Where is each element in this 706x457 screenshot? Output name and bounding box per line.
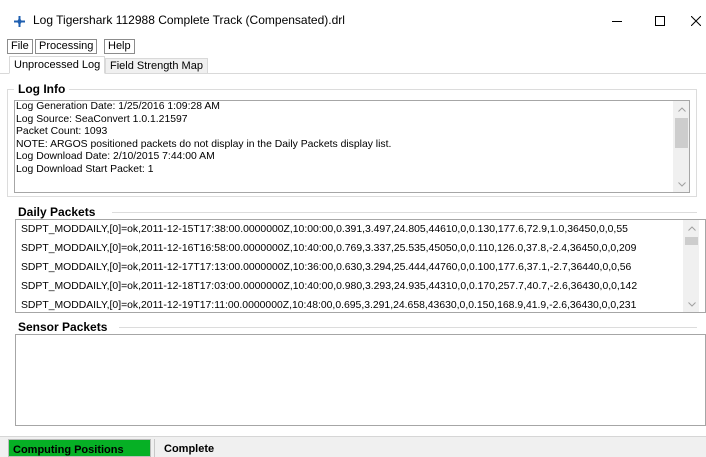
chevron-up-icon bbox=[688, 225, 696, 231]
scroll-up-button[interactable] bbox=[684, 220, 700, 236]
scrollbar-thumb[interactable] bbox=[685, 237, 698, 245]
close-button[interactable] bbox=[676, 8, 706, 34]
daily-packets-list[interactable]: SDPT_MODDAILY,[0]=ok,2011-12-15T17:38:00… bbox=[15, 219, 706, 313]
title-bar: Log Tigershark 112988 Complete Track (Co… bbox=[0, 0, 706, 38]
menu-help[interactable]: Help bbox=[104, 39, 135, 54]
tab-field-strength-map[interactable]: Field Strength Map bbox=[105, 58, 208, 74]
window-title: Log Tigershark 112988 Complete Track (Co… bbox=[33, 13, 345, 27]
menu-bar: File Processing Help bbox=[0, 38, 706, 55]
sensor-packets-list[interactable] bbox=[15, 334, 706, 426]
minimize-button[interactable] bbox=[597, 8, 637, 34]
close-icon bbox=[691, 16, 701, 26]
daily-packets-divider bbox=[112, 212, 697, 213]
log-info-line: Log Download Date: 2/10/2015 7:44:00 AM bbox=[16, 151, 215, 162]
daily-packets-scrollbar[interactable] bbox=[683, 220, 699, 312]
log-info-line: Log Download Start Packet: 1 bbox=[16, 163, 154, 175]
daily-packets-title: Daily Packets bbox=[18, 205, 96, 219]
log-info-line: Packet Count: 1093 bbox=[16, 126, 108, 137]
chevron-down-icon bbox=[688, 301, 696, 307]
sensor-packets-title: Sensor Packets bbox=[18, 320, 108, 334]
minimize-icon bbox=[612, 21, 622, 22]
maximize-button[interactable] bbox=[640, 8, 680, 34]
tab-unprocessed-log[interactable]: Unprocessed Log bbox=[9, 56, 106, 74]
scrollbar-thumb[interactable] bbox=[675, 118, 688, 148]
crosshair-icon bbox=[14, 16, 25, 27]
menu-processing[interactable]: Processing bbox=[35, 39, 98, 54]
log-info-textbox[interactable]: Log Generation Date: 1/25/2016 1:09:28 A… bbox=[14, 100, 690, 193]
log-info-line: NOTE: ARGOS positioned packets do not di… bbox=[16, 138, 392, 150]
chevron-up-icon bbox=[678, 106, 686, 112]
log-info-line: Log Generation Date: 1/25/2016 1:09:28 A… bbox=[16, 101, 220, 112]
computing-progress-bar: Computing Positions bbox=[8, 439, 151, 457]
list-item[interactable]: SDPT_MODDAILY,[0]=ok,2011-12-15T17:38:00… bbox=[16, 220, 705, 239]
list-item[interactable]: SDPT_MODDAILY,[0]=ok,2011-12-18T17:03:00… bbox=[16, 277, 705, 296]
list-item[interactable]: SDPT_MODDAILY,[0]=ok,2011-12-17T17:13:00… bbox=[16, 258, 705, 277]
status-separator bbox=[154, 439, 155, 457]
sensor-packets-divider bbox=[119, 327, 697, 328]
menu-file[interactable]: File bbox=[7, 39, 33, 54]
list-item[interactable]: SDPT_MODDAILY,[0]=ok,2011-12-16T16:58:00… bbox=[16, 239, 705, 258]
status-message: Complete bbox=[164, 443, 215, 455]
scroll-down-button[interactable] bbox=[674, 176, 689, 192]
chevron-down-icon bbox=[678, 181, 686, 187]
list-item[interactable]: SDPT_MODDAILY,[0]=ok,2011-12-19T17:11:00… bbox=[16, 296, 705, 312]
maximize-icon bbox=[655, 16, 665, 26]
scroll-down-button[interactable] bbox=[684, 296, 700, 312]
scroll-up-button[interactable] bbox=[674, 101, 689, 117]
log-info-title: Log Info bbox=[14, 82, 70, 96]
progress-label: Computing Positions bbox=[13, 444, 124, 456]
log-info-scrollbar[interactable] bbox=[673, 101, 689, 192]
log-info-line: Log Source: SeaConvert 1.0.1.21597 bbox=[16, 113, 188, 125]
